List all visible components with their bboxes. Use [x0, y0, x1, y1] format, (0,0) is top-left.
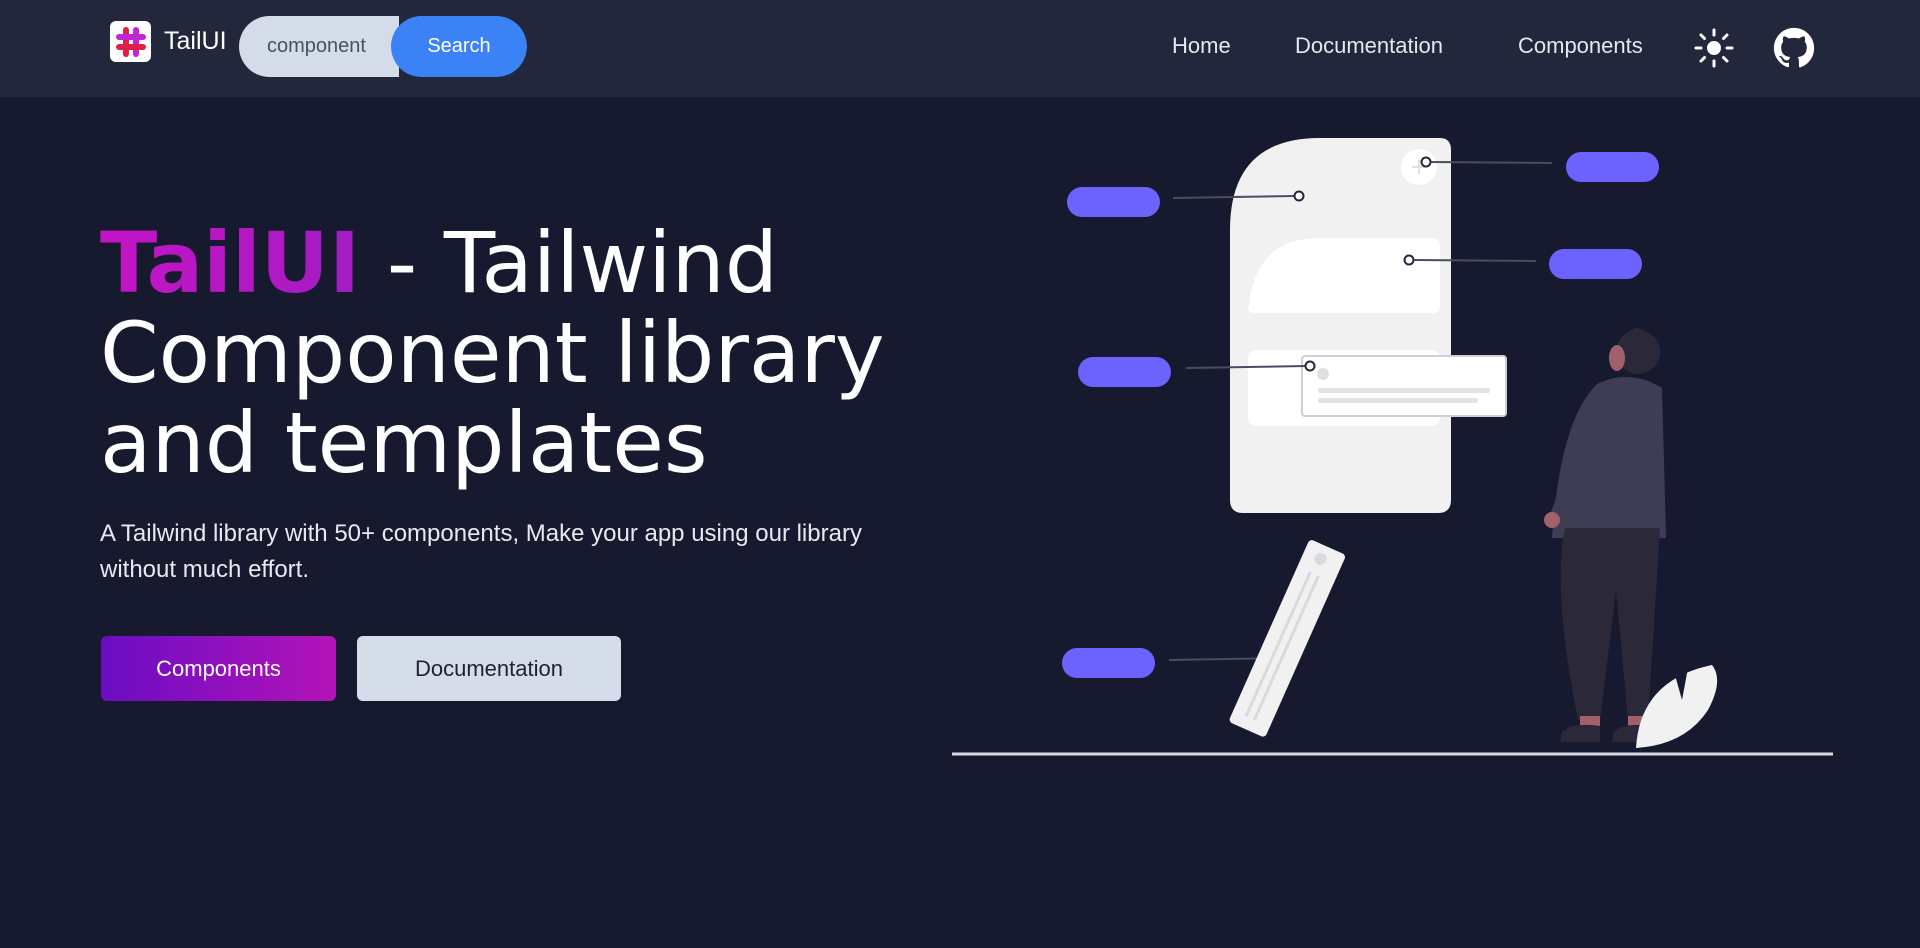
github-icon[interactable]: [1773, 27, 1815, 69]
sun-icon[interactable]: [1693, 27, 1735, 69]
callout-top-right: [1420, 152, 1659, 182]
nav-documentation[interactable]: Documentation: [1295, 33, 1443, 59]
search-input[interactable]: [239, 16, 399, 77]
hero-illustration: [952, 138, 1833, 756]
logo-icon: [110, 21, 151, 62]
person-figure: [1544, 328, 1666, 742]
phone-header-block: [1248, 238, 1440, 323]
hero-title-line1: - Tailwind: [360, 214, 779, 312]
components-button[interactable]: Components: [101, 636, 336, 701]
fallen-card: [1229, 540, 1345, 737]
hero-title-line2: Component library: [100, 304, 885, 402]
hero-subtitle: A Tailwind library with 50+ components, …: [100, 520, 862, 583]
hero-title: TailUI - Tailwind Component library and te…: [100, 218, 920, 488]
navbar: TailUI Search Home Documentation Compone…: [0, 0, 1920, 97]
brand-link[interactable]: TailUI: [110, 21, 227, 62]
hero-title-brand: TailUI: [100, 214, 361, 312]
documentation-button[interactable]: Documentation: [357, 636, 621, 701]
phone-card: [1230, 138, 1451, 513]
hero-title-line3: and templates: [100, 394, 708, 492]
search-bar: Search: [239, 16, 527, 77]
brand-name: TailUI: [164, 27, 227, 55]
nav-components[interactable]: Components: [1518, 33, 1643, 59]
nav-home[interactable]: Home: [1172, 33, 1231, 59]
search-button[interactable]: Search: [391, 16, 527, 77]
popup-card: [1301, 355, 1507, 417]
